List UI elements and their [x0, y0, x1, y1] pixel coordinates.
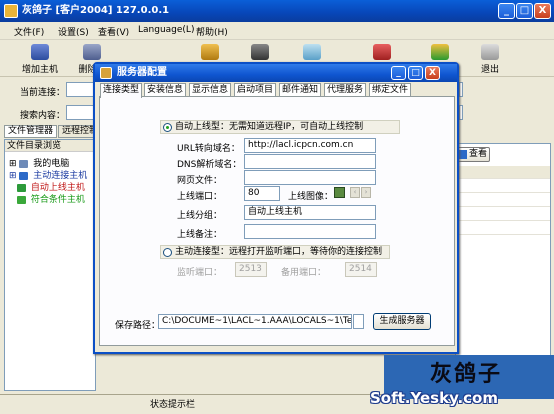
expand-icon: ⊞ [9, 171, 17, 181]
dialog-icon [100, 67, 112, 79]
prev-image-button[interactable]: ‹ [350, 187, 360, 198]
delete-host-icon [83, 44, 101, 60]
auto-online-label: 自动上线型：无需知道远程IP，可自动上线控制 [175, 122, 364, 132]
download-icon [431, 44, 449, 60]
menu-view[interactable]: 查看(V) [98, 25, 129, 38]
tab-display-info[interactable]: 显示信息 [189, 83, 232, 97]
tool-icon-5 [303, 44, 321, 60]
remark-label: 上线备注： [177, 230, 223, 240]
close-button[interactable]: X [534, 3, 551, 19]
tree-header: 文件目录浏览 [5, 140, 95, 152]
menu-settings[interactable]: 设置(S) [58, 25, 89, 38]
web-file-label: 网页文件： [177, 176, 223, 186]
view-icon [459, 150, 467, 159]
tab-file-manager[interactable]: 文件管理器 [4, 125, 58, 138]
url-input[interactable]: http://lacl.icpcn.com.cn [244, 138, 376, 153]
search-input-end [459, 105, 463, 120]
camera-icon [251, 44, 269, 60]
tab-startup-items[interactable]: 启动项目 [234, 83, 277, 97]
dialog-title-bar[interactable]: 服务器配置 _ □ X [95, 64, 457, 82]
image-label: 上线图像： [288, 192, 334, 202]
dialog-restore-button[interactable]: □ [408, 66, 423, 80]
listen-port-input[interactable]: 2513 [235, 262, 267, 277]
tree-node-matching-hosts[interactable]: 符合条件主机 [17, 192, 85, 205]
dialog-minimize-button[interactable]: _ [391, 66, 406, 80]
save-path-label: 保存路径： [115, 321, 161, 331]
host-image-icon [334, 187, 345, 198]
list-header [456, 166, 550, 179]
backup-port-input[interactable]: 2514 [345, 262, 377, 277]
maximize-button[interactable]: □ [516, 3, 533, 19]
add-host-icon [31, 44, 49, 60]
current-connection-label: 当前连接： [20, 88, 66, 98]
remark-input[interactable] [244, 224, 376, 239]
menu-file[interactable]: 文件(F) [14, 25, 44, 38]
current-connection-field[interactable] [66, 82, 96, 97]
exit-icon [481, 44, 499, 60]
dialog-title: 服务器配置 [117, 67, 167, 78]
auto-online-radio[interactable]: 自动上线型：无需知道远程IP，可自动上线控制 [160, 120, 400, 134]
watermark-calligraphy: 灰鸽子 [430, 361, 503, 387]
dns-input[interactable] [244, 154, 376, 169]
exit-label: 退出 [480, 65, 499, 75]
add-host-button[interactable]: 增加主机 [14, 43, 66, 75]
add-host-label: 增加主机 [21, 65, 58, 75]
radio-unselected-icon [163, 248, 172, 257]
url-label: URL转向域名： [177, 144, 240, 154]
tab-install-info[interactable]: 安装信息 [144, 83, 187, 97]
group-input[interactable]: 自动上线主机 [244, 205, 376, 220]
exit-button[interactable]: 退出 [464, 43, 516, 75]
browse-path-button[interactable] [353, 314, 364, 329]
active-connection-label: 主动连接型：远程打开监听端口，等待你的连接控制 [175, 247, 383, 257]
list-row[interactable] [456, 222, 550, 235]
menu-help[interactable]: 帮助(H) [196, 25, 228, 38]
dns-label: DNS解析域名： [177, 160, 242, 170]
tool-icon-3 [201, 44, 219, 60]
list-row[interactable] [456, 194, 550, 207]
search-content-label: 搜索内容： [20, 111, 66, 121]
list-row[interactable] [456, 208, 550, 221]
radio-selected-icon [163, 123, 172, 132]
search-input[interactable] [66, 105, 96, 120]
port-input[interactable]: 80 [244, 186, 280, 201]
minimize-button[interactable]: _ [498, 3, 515, 19]
watermark-site: Soft.Yesky.com [370, 389, 498, 407]
tree-node-label: 符合条件主机 [30, 195, 85, 205]
tab-connection-type[interactable]: 连接类型 [100, 83, 143, 98]
web-file-input[interactable] [244, 170, 376, 185]
status-text: 状态提示栏 [150, 400, 196, 410]
view-button-label: 查看 [469, 149, 488, 159]
current-connection-field-end [459, 82, 463, 97]
tab-proxy-service[interactable]: 代理服务 [324, 83, 367, 97]
main-window-title-bar[interactable]: 灰鸽子 [客户2004] 127.0.0.1 _ □ X [0, 0, 554, 22]
host-icon [17, 195, 26, 204]
tab-bind-file[interactable]: 绑定文件 [369, 83, 412, 97]
group-label: 上线分组： [177, 211, 223, 221]
tab-mail-notify[interactable]: 邮件通知 [279, 83, 322, 97]
menu-language[interactable]: Language(L) [138, 25, 194, 35]
active-connection-radio[interactable]: 主动连接型：远程打开监听端口，等待你的连接控制 [160, 245, 390, 259]
next-image-button[interactable]: › [361, 187, 371, 198]
port-label: 上线端口： [177, 192, 223, 202]
listen-port-label: 监听端口： [177, 268, 223, 278]
tool-icon-6 [373, 44, 391, 60]
menu-bar: 文件(F) 设置(S) 查看(V) Language(L) 帮助(H) [0, 22, 554, 40]
list-row[interactable] [456, 180, 550, 193]
host-icon [19, 171, 29, 180]
save-path-input[interactable]: C:\DOCUME~1\LACL~1.AAA\LOCALS~1\Temp\Rar… [158, 314, 352, 329]
computer-icon [19, 159, 29, 168]
app-icon [4, 4, 18, 18]
backup-port-label: 备用端口： [281, 268, 327, 278]
host-icon [17, 183, 26, 192]
main-window-title: 灰鸽子 [客户2004] 127.0.0.1 [22, 5, 170, 16]
dialog-close-button[interactable]: X [425, 66, 440, 80]
generate-server-button[interactable]: 生成服务器 [373, 313, 431, 330]
view-button[interactable]: 查看 [456, 147, 490, 162]
